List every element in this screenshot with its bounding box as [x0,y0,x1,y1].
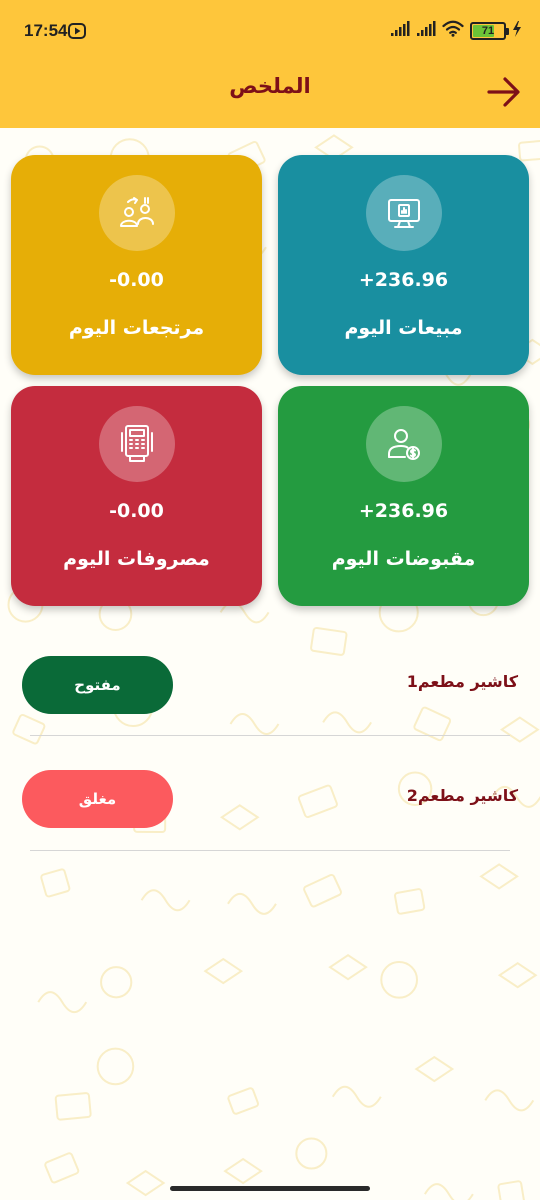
pattern-motif [331,1085,382,1108]
battery-icon: 71 [470,21,509,40]
signal-icon [416,20,436,41]
pattern-motif [96,1047,135,1086]
pattern-motif [125,1169,166,1197]
pattern-motif [303,873,342,908]
pattern-motif [497,1180,526,1200]
pattern-motif [484,1089,535,1112]
today-receipts-label: مقبوضات اليوم [331,548,476,570]
pos-terminal-icon [98,406,175,482]
today-expenses-label: مصروفات اليوم [63,548,210,570]
cashier-row: كاشير مطعم1 مفتوح [0,656,540,736]
pattern-motif [394,888,426,915]
charging-icon [512,20,522,41]
cashier-status-closed-button[interactable]: مغلق [22,770,173,828]
today-returns-label: مرتجعات اليوم [68,317,205,339]
card-today-expenses[interactable]: -0.00 مصروفات اليوم [11,386,262,606]
back-button[interactable] [484,72,524,112]
pattern-motif [54,1092,92,1121]
card-today-sales[interactable]: +236.96 مبيعات اليوم [278,155,529,375]
monitor-chart-icon [365,175,442,251]
pattern-motif [328,953,368,981]
battery-level: 71 [481,24,495,37]
today-expenses-value: -0.00 [109,500,164,522]
pattern-motif [310,626,348,656]
pattern-motif [100,966,133,999]
status-bar: 17:54 71 [0,0,540,64]
pattern-motif [223,1157,263,1185]
arrow-right-icon [487,77,520,107]
page-title: الملخص [229,74,311,98]
home-indicator[interactable] [170,1186,370,1191]
pattern-motif [380,960,419,999]
card-today-returns[interactable]: -0.00 مرتجعات اليوم [11,155,262,375]
cashier-name: كاشير مطعم2 [406,786,518,805]
pattern-motif [424,1183,474,1200]
today-returns-value: -0.00 [109,269,164,291]
status-icons: 71 [390,20,522,41]
pattern-motif [518,139,540,162]
pattern-motif [414,1055,455,1083]
cashier-status-open-button[interactable]: مفتوح [22,656,173,714]
signal-icon [390,20,410,41]
pattern-motif [479,863,519,890]
status-time: 17:54 [24,21,68,40]
user-dollar-icon [365,406,442,482]
pattern-motif [140,889,191,912]
pattern-motif [40,868,71,898]
pattern-motif [37,991,88,1014]
card-today-receipts[interactable]: +236.96 مقبوضات اليوم [278,386,529,606]
today-sales-value: +236.96 [358,269,449,291]
divider [30,850,510,851]
pattern-motif [227,1087,259,1115]
today-sales-label: مبيعات اليوم [344,317,463,339]
pattern-motif [497,961,538,989]
divider [30,735,510,736]
wifi-icon [442,20,464,41]
cashier-name: كاشير مطعم1 [406,672,518,691]
pattern-motif [295,1137,328,1170]
exchange-people-icon [98,175,175,251]
app-bar: الملخص [0,64,540,128]
cashier-row: كاشير مطعم2 مغلق [0,770,540,850]
media-play-icon [68,23,86,43]
pattern-motif [227,892,277,915]
pattern-motif [44,1152,80,1184]
pattern-motif [203,957,244,985]
today-receipts-value: +236.96 [358,500,449,522]
